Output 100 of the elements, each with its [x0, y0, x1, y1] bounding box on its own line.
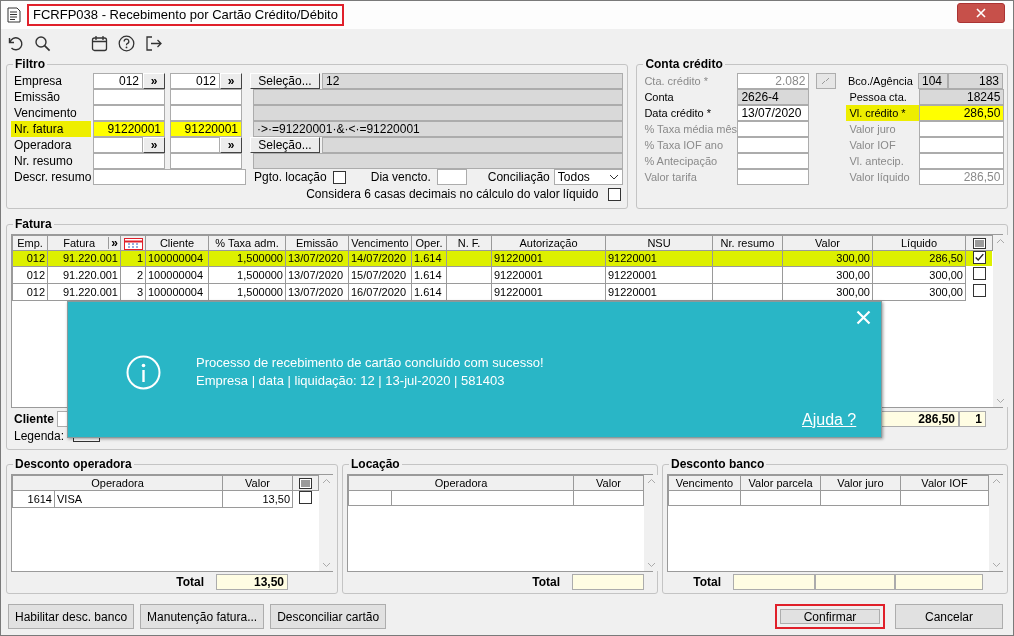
- lookup-button[interactable]: »: [220, 137, 242, 153]
- display-field[interactable]: [253, 105, 624, 121]
- input-field[interactable]: [170, 89, 242, 105]
- input-field[interactable]: [93, 169, 246, 185]
- total-field[interactable]: [572, 574, 644, 590]
- input-field[interactable]: 012: [93, 73, 143, 89]
- input-field[interactable]: [93, 89, 165, 105]
- checkbox[interactable]: [972, 251, 986, 264]
- scroll-down-icon[interactable]: [992, 562, 1001, 568]
- lookup-button[interactable]: »: [143, 137, 165, 153]
- column-header: Líquido: [872, 235, 966, 251]
- input-field[interactable]: 2626-4: [737, 89, 810, 105]
- document-icon: [7, 7, 21, 23]
- input-field[interactable]: 91220001: [93, 121, 165, 137]
- total-field[interactable]: [895, 574, 983, 590]
- display-field[interactable]: [322, 137, 624, 153]
- field-label: Data crédito *: [643, 106, 713, 121]
- close-icon[interactable]: [856, 310, 871, 325]
- input-field[interactable]: 183: [948, 73, 1003, 89]
- column-header: Fatura: [62, 236, 97, 250]
- caret-icon[interactable]: [609, 174, 620, 180]
- input-field[interactable]: [93, 137, 143, 153]
- group-title: Desconto operadora: [14, 458, 133, 471]
- column-header: Valor: [222, 475, 293, 491]
- select-all-button[interactable]: [972, 238, 986, 250]
- input-field[interactable]: 13/07/2020: [737, 105, 810, 121]
- action-button[interactable]: Manutenção fatura...: [140, 604, 265, 629]
- scroll-up-icon[interactable]: [992, 478, 1001, 484]
- calendar-icon[interactable]: [91, 35, 108, 52]
- column-header: Emp.: [12, 235, 48, 251]
- field-label: Descr. resumo: [13, 169, 93, 185]
- total-field[interactable]: [815, 574, 895, 590]
- total-label: Total: [175, 574, 205, 590]
- display-field[interactable]: [253, 153, 624, 169]
- field-label: % Taxa IOF ano: [643, 138, 725, 153]
- scrollbar[interactable]: [993, 235, 1008, 407]
- select-all-button[interactable]: [299, 478, 312, 490]
- input-field[interactable]: [93, 105, 165, 121]
- field-label: % Taxa média mês: [643, 122, 738, 137]
- field-label: Pgto. locação: [253, 169, 327, 185]
- count-field[interactable]: 1: [959, 411, 986, 427]
- action-button[interactable]: Desconciliar cartão: [270, 604, 387, 629]
- scrollbar[interactable]: [319, 475, 334, 571]
- input-field[interactable]: [170, 153, 242, 169]
- input-field[interactable]: 18245: [919, 89, 1005, 105]
- selection-button[interactable]: Seleção...: [250, 137, 320, 153]
- checkbox[interactable]: [332, 170, 346, 184]
- table-row[interactable]: 012 91.220.001 3 100000004 1,500000 13/07/2020 16/07/2020 1.614 91220001 91220001 300,00 300,00: [12, 283, 993, 301]
- window-title: FCRFP038 - Recebimento por Cartão Crédito/Débito: [27, 4, 344, 26]
- table-row[interactable]: 012 91.220.001 1 100000004 1,500000 13/07/2020 14/07/2020 1.614 91220001 91220001 300,00 286,50: [12, 250, 993, 267]
- scrollbar[interactable]: [644, 475, 659, 571]
- column-header: Vencimento: [668, 475, 741, 491]
- scroll-down-icon[interactable]: [322, 562, 331, 568]
- action-button[interactable]: Cancelar: [895, 604, 1003, 629]
- display-field[interactable]: ·>·=91220001·&·<·=91220001: [253, 121, 624, 137]
- input-field[interactable]: 012: [170, 73, 220, 89]
- scroll-up-icon[interactable]: [647, 478, 656, 484]
- column-header: Valor parcela: [740, 475, 821, 491]
- exit-icon[interactable]: [145, 35, 162, 52]
- scroll-down-icon[interactable]: [647, 562, 656, 568]
- input-field[interactable]: 91220001: [170, 121, 242, 137]
- checkbox[interactable]: [972, 267, 986, 280]
- input-field[interactable]: [170, 137, 220, 153]
- column-header: Valor: [573, 475, 644, 491]
- checkbox[interactable]: [972, 284, 986, 297]
- display-field[interactable]: [253, 89, 624, 105]
- close-icon[interactable]: [976, 8, 986, 18]
- display-field[interactable]: 12: [322, 73, 624, 89]
- checkbox[interactable]: [299, 491, 312, 504]
- expand-button[interactable]: »: [108, 237, 120, 249]
- scroll-up-icon[interactable]: [322, 478, 331, 484]
- field-label: Emissão: [13, 89, 61, 105]
- group-title: Desconto banco: [670, 458, 766, 471]
- total-field[interactable]: [733, 574, 815, 590]
- dropdown[interactable]: Todos: [553, 169, 624, 185]
- input-field[interactable]: [436, 169, 467, 185]
- lookup-button[interactable]: »: [220, 73, 242, 89]
- scroll-down-icon[interactable]: [996, 398, 1005, 404]
- input-field[interactable]: 286,50: [919, 105, 1005, 121]
- input-field[interactable]: [93, 153, 165, 169]
- total-field[interactable]: 13,50: [216, 574, 288, 590]
- action-button[interactable]: Habilitar desc. banco: [8, 604, 135, 629]
- close-button[interactable]: [957, 3, 1005, 23]
- calendar-icon[interactable]: [123, 237, 143, 250]
- field-label: Nr. resumo: [13, 153, 74, 169]
- field-label: Nr. fatura: [11, 121, 91, 137]
- input-field[interactable]: [170, 105, 242, 121]
- field-label: Cliente: [13, 411, 55, 427]
- scroll-up-icon[interactable]: [996, 238, 1005, 244]
- input-field[interactable]: 104: [918, 73, 948, 89]
- table-row[interactable]: 012 91.220.001 2 100000004 1,500000 13/07/2020 15/07/2020 1.614 91220001 91220001 300,00 300,00: [12, 266, 993, 284]
- action-button[interactable]: Confirmar: [775, 604, 885, 629]
- field-label: % Antecipação: [643, 154, 719, 169]
- help-icon[interactable]: [118, 35, 135, 52]
- undo-icon[interactable]: [7, 35, 24, 52]
- search-icon[interactable]: [34, 35, 51, 52]
- lookup-button[interactable]: »: [143, 73, 165, 89]
- checkbox[interactable]: [608, 187, 622, 201]
- scrollbar[interactable]: [989, 475, 1004, 571]
- selection-button[interactable]: Seleção...: [250, 73, 320, 89]
